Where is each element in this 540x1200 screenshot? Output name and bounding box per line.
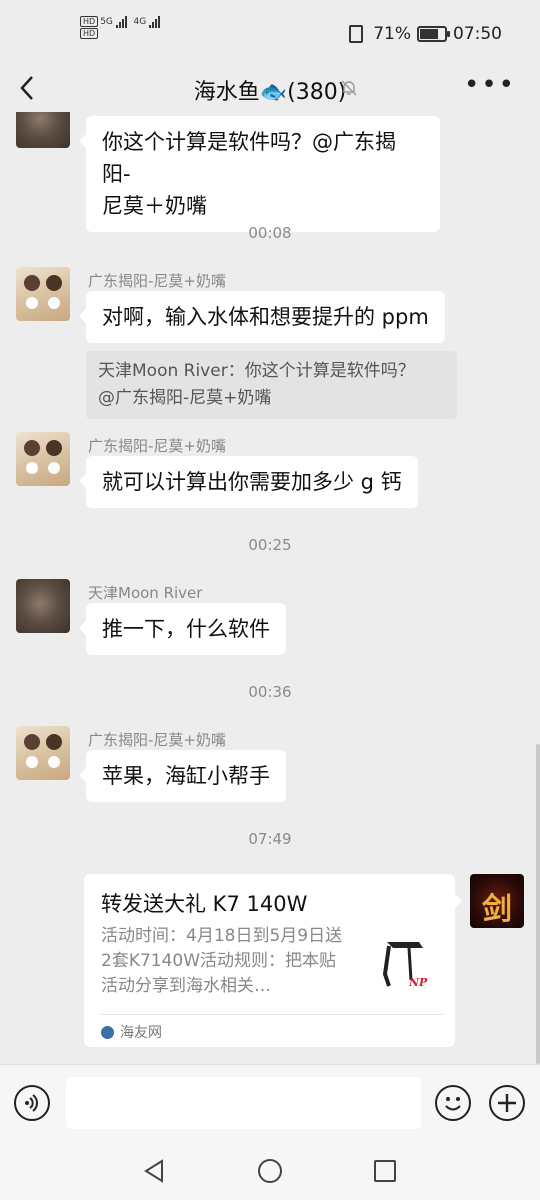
status-bar: HD 5G 4G HD 71% 07:50: [0, 0, 540, 66]
signal-indicators: HD 5G 4G HD: [80, 16, 161, 40]
bell-off-icon: [341, 80, 357, 96]
triangle-back-icon[interactable]: [142, 1158, 166, 1184]
thumb-text: NP: [408, 976, 428, 989]
chat-title: 海水鱼🐟(380): [193, 80, 347, 105]
system-nav-bar: [0, 1142, 540, 1200]
self-avatar-char: 剑: [482, 892, 512, 927]
square-recent-icon[interactable]: [372, 1158, 398, 1184]
message-bubble[interactable]: 你这个计算是软件吗？@广东揭阳- 尼莫＋奶嘴: [79, 116, 440, 232]
battery-percent: 71%: [373, 24, 411, 44]
plus-icon[interactable]: [489, 1085, 525, 1121]
self-avatar[interactable]: 剑: [470, 874, 524, 928]
link-card[interactable]: 转发送大礼 K7 140W 活动时间：4月18日到5月9日送2套K7140W活动…: [84, 874, 462, 1047]
network-4g: 4G: [133, 17, 147, 27]
avatar[interactable]: [16, 112, 70, 148]
hd-badge-1: HD: [80, 16, 99, 27]
avatar[interactable]: [16, 726, 70, 780]
circle-home-icon[interactable]: [257, 1158, 283, 1184]
card-thumbnail: NP: [379, 934, 439, 994]
avatar[interactable]: [16, 432, 70, 486]
signal-bars-1-icon: [115, 16, 128, 28]
divider: [101, 1014, 443, 1015]
hd-badge-2: HD: [80, 28, 99, 39]
quoted-message[interactable]: 天津Moon River：你这个计算是软件吗？ @广东揭阳-尼莫+奶嘴: [86, 351, 457, 419]
timestamp: 00:36: [248, 683, 292, 701]
card-title: 转发送大礼 K7 140W: [101, 892, 308, 916]
voice-icon[interactable]: [14, 1085, 50, 1121]
sender-name: 天津Moon River: [88, 584, 203, 602]
status-right: 71% 07:50: [349, 24, 502, 44]
sender-name: 广东揭阳-尼莫+奶嘴: [88, 272, 226, 290]
message-input[interactable]: [66, 1077, 421, 1129]
message-bubble[interactable]: 对啊，输入水体和想要提升的 ppm: [79, 291, 445, 343]
message-list[interactable]: 你这个计算是软件吗？@广东揭阳- 尼莫＋奶嘴 00:08 广东揭阳-尼莫+奶嘴 …: [0, 112, 540, 1064]
more-dots-icon[interactable]: •••: [464, 70, 516, 100]
timestamp: 07:49: [248, 830, 292, 848]
card-description: 活动时间：4月18日到5月9日送2套K7140W活动规则：把本贴活动分享到海水相…: [101, 926, 343, 996]
sender-name: 广东揭阳-尼莫+奶嘴: [88, 437, 226, 455]
scrollbar[interactable]: [536, 744, 540, 1064]
vibrate-icon: [349, 25, 364, 43]
message-bubble[interactable]: 推一下，什么软件: [79, 603, 286, 655]
message-bubble[interactable]: 苹果，海缸小帮手: [79, 750, 286, 802]
chat-title-bar: 海水鱼🐟(380) •••: [0, 66, 540, 112]
signal-bars-2-icon: [149, 16, 161, 28]
avatar[interactable]: [16, 579, 70, 633]
battery-icon: [417, 26, 450, 42]
avatar[interactable]: [16, 267, 70, 321]
timestamp: 00:08: [248, 224, 292, 242]
input-bar: [0, 1064, 540, 1143]
sender-name: 广东揭阳-尼莫+奶嘴: [88, 731, 226, 749]
network-5g: 5G: [100, 17, 113, 27]
source-logo-icon: [101, 1025, 114, 1039]
clock: 07:50: [453, 24, 502, 44]
emoji-icon[interactable]: [435, 1085, 471, 1121]
source-name: 海友网: [120, 1025, 162, 1041]
card-source: 海友网: [101, 1022, 162, 1042]
message-bubble[interactable]: 就可以计算出你需要加多少 g 钙: [79, 456, 418, 508]
timestamp: 00:25: [248, 536, 292, 554]
